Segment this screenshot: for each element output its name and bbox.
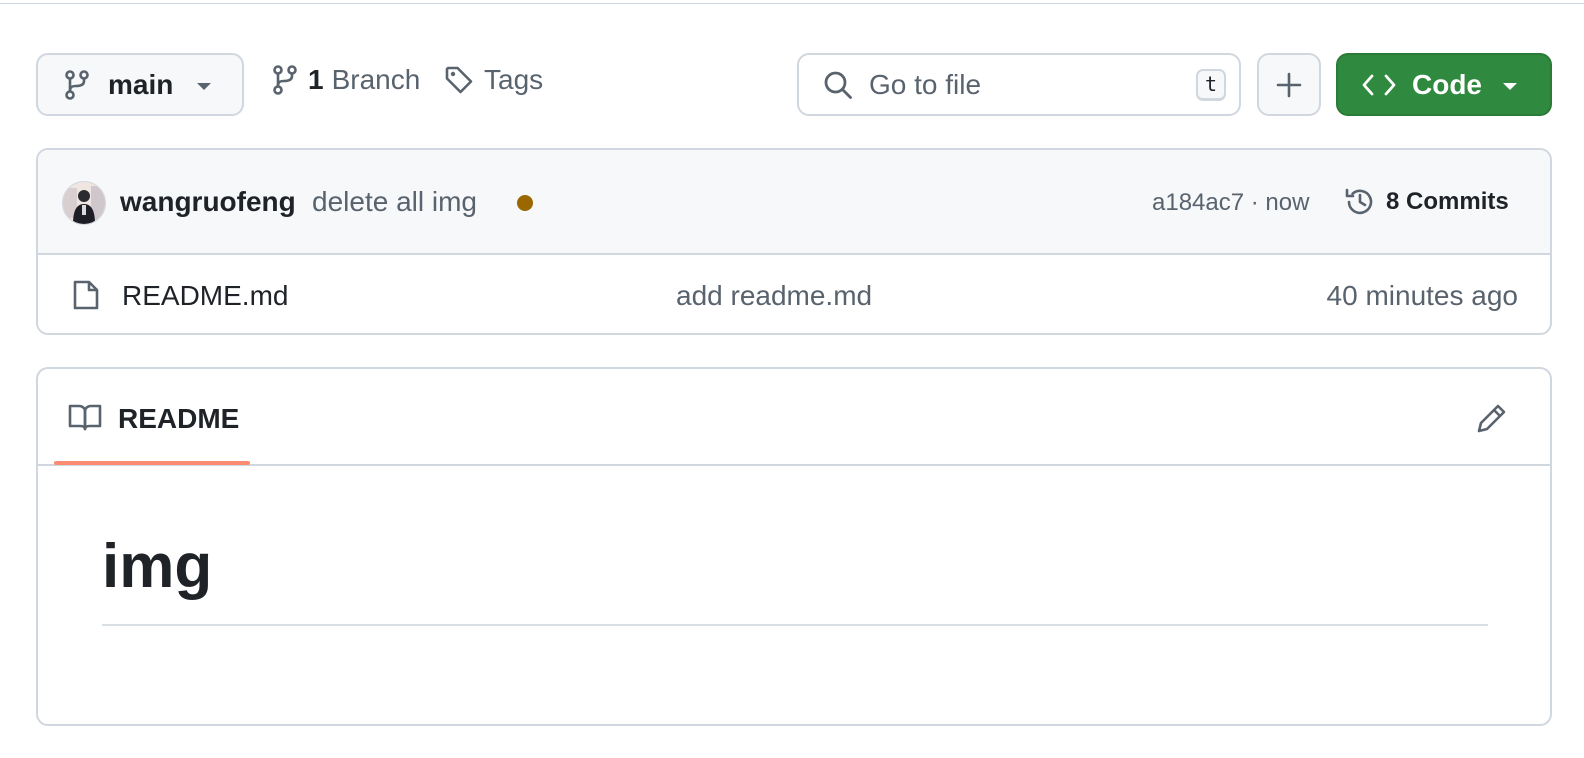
tab-readme[interactable]: README	[54, 369, 250, 465]
active-tab-underline	[54, 461, 250, 465]
latest-commit-row: wangruofeng delete all img a184ac7 · now…	[38, 150, 1550, 255]
branch-count: 1	[308, 64, 324, 95]
file-commit-message-link[interactable]: add readme.md	[676, 280, 872, 312]
edit-pencil-icon[interactable]	[1476, 402, 1508, 434]
code-button-label: Code	[1412, 68, 1482, 100]
file-name-link[interactable]: README.md	[122, 280, 288, 312]
commit-status-indicator[interactable]	[517, 195, 533, 211]
git-branch-icon	[272, 65, 298, 95]
tags-link[interactable]: Tags	[444, 64, 543, 96]
readme-panel: README img	[36, 367, 1552, 726]
branches-link[interactable]: 1 Branch	[272, 64, 420, 96]
branch-name: main	[108, 68, 174, 100]
commit-message-link[interactable]: delete all img	[312, 186, 477, 218]
tag-icon	[444, 65, 474, 95]
readme-tab-label: README	[118, 403, 240, 434]
add-file-button[interactable]	[1257, 53, 1321, 116]
branch-word: Branch	[331, 64, 421, 95]
readme-content: img	[102, 466, 1488, 626]
search-placeholder: Go to file	[869, 68, 982, 100]
caret-down-icon	[1502, 82, 1518, 92]
avatar[interactable]	[62, 181, 106, 225]
file-updated-time: 40 minutes ago	[1326, 280, 1518, 311]
code-button[interactable]: Code	[1336, 53, 1552, 116]
book-icon	[68, 402, 102, 432]
git-branch-icon	[64, 69, 90, 100]
commit-sha-time[interactable]: a184ac7 · now	[1152, 189, 1309, 217]
go-to-file-input[interactable]: Go to file t	[797, 53, 1241, 116]
keyboard-shortcut-hint: t	[1196, 69, 1226, 101]
plus-icon	[1276, 72, 1302, 98]
caret-down-icon	[196, 82, 212, 92]
readme-heading: img	[102, 466, 1488, 626]
file-icon	[72, 279, 100, 311]
commits-history-link[interactable]: 8 Commits	[1344, 186, 1509, 218]
file-row[interactable]: README.md add readme.md 40 minutes ago	[38, 255, 1550, 333]
repo-toolbar: main 1 Branch Tags Go to file t Code	[0, 0, 1584, 140]
tags-label: Tags	[484, 64, 544, 95]
file-browser: wangruofeng delete all img a184ac7 · now…	[36, 148, 1552, 335]
history-icon	[1344, 186, 1376, 218]
commits-count-label: 8 Commits	[1386, 188, 1509, 215]
readme-header: README	[38, 369, 1550, 466]
search-icon	[823, 70, 853, 100]
commit-author-link[interactable]: wangruofeng	[120, 186, 296, 218]
code-icon	[1362, 73, 1396, 97]
branch-selector-button[interactable]: main	[36, 53, 244, 116]
